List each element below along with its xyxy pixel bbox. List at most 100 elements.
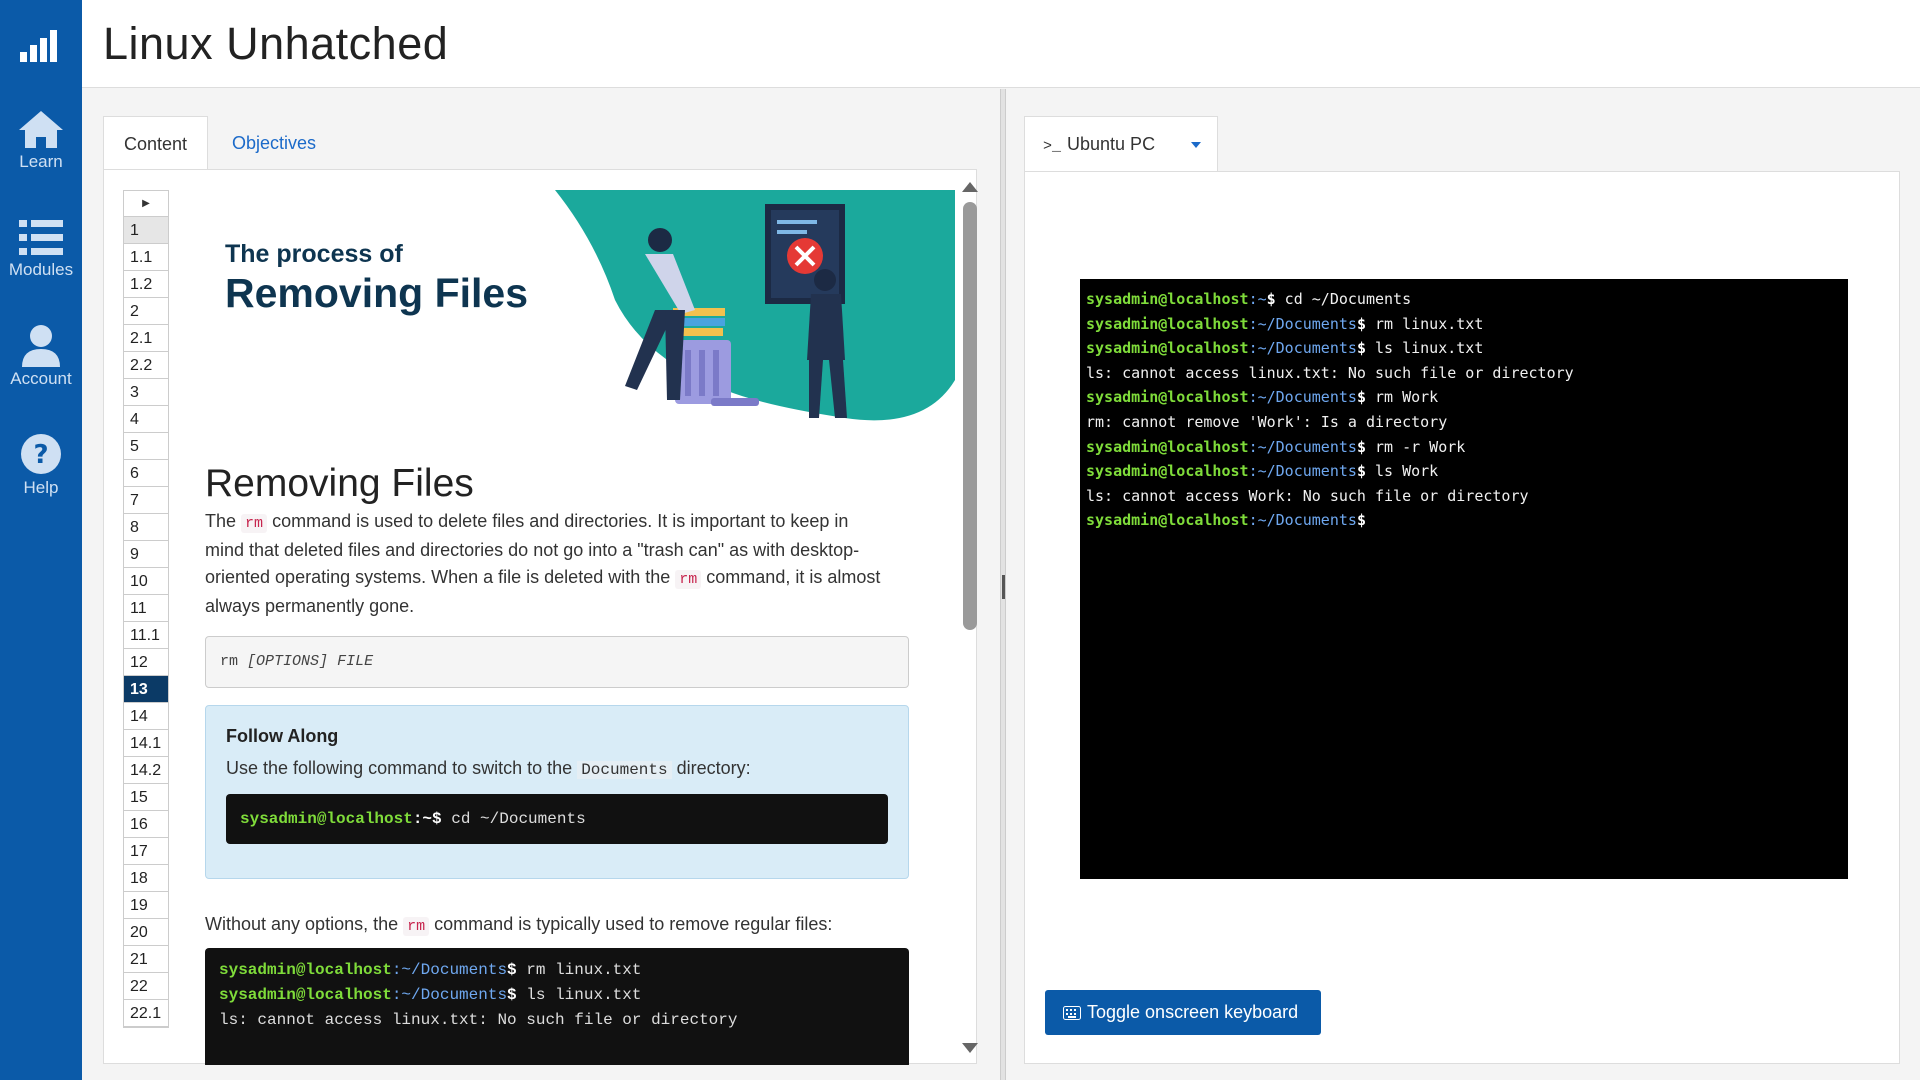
follow-along-command[interactable]: sysadmin@localhost:~$ cd ~/Documents [226,794,888,844]
terminal-screen[interactable]: sysadmin@localhost:~$ cd ~/Documents sysa… [1080,279,1848,879]
content-panel: ▶ 1 1.1 1.2 2 2.1 2.2 3 4 5 6 7 8 9 10 11 11.1 12 13 14 14.… [103,169,978,1065]
outline-item[interactable]: 6 [124,460,168,487]
scroll-up-icon[interactable] [962,182,978,192]
outline-item[interactable]: 14.1 [124,730,168,757]
outline-item[interactable]: 10 [124,568,168,595]
sidebar-item-label: Help [23,478,59,497]
outline-item[interactable]: 18 [124,865,168,892]
outline-item[interactable]: 2 [124,298,168,325]
outline-toggle-button[interactable]: ▶ [124,191,168,217]
hero-subtitle: The process of [225,240,403,268]
outline-item[interactable]: 13 [124,676,168,703]
inline-code: Documents [577,761,672,779]
text-run: mind that deleted files and directories … [205,540,860,560]
outline-item[interactable]: 15 [124,784,168,811]
tab-ubuntu-pc[interactable]: >_ Ubuntu PC [1024,116,1218,172]
terminal-line: ls: cannot access linux.txt: No such fil… [219,1008,895,1033]
outline-item[interactable]: 16 [124,811,168,838]
text-run: always permanently gone. [205,596,415,616]
splitter-grip[interactable] [1002,575,1005,599]
sidebar-item-learn[interactable]: Learn [0,108,82,172]
content-scrollbar[interactable] [954,170,984,1065]
outline-item[interactable]: 14.2 [124,757,168,784]
terminal-pane: >_ Ubuntu PC sysadmin@localhost:~$ cd ~/D… [1006,89,1920,1080]
outline-item[interactable]: 20 [124,919,168,946]
outline-item[interactable]: 5 [124,433,168,460]
outline-item[interactable]: 2.1 [124,325,168,352]
prompt-symbol: $ [507,961,517,979]
outline-item[interactable]: 9 [124,541,168,568]
outline-item[interactable]: 1.2 [124,271,168,298]
prompt-user: sysadmin@localhost [1086,437,1249,456]
command-text: rm Work [1365,388,1439,407]
sidebar-item-account[interactable]: Account [0,323,82,389]
tab-label: Ubuntu PC [1067,134,1156,154]
outline-item[interactable]: 21 [124,946,168,973]
terminal-line: sysadmin@localhost:~$ cd ~/Documents [1086,287,1842,312]
outline-item[interactable]: 22 [124,973,168,1000]
command-text: rm -r Work [1365,437,1466,456]
outline-item[interactable]: 12 [124,649,168,676]
scroll-thumb[interactable] [963,202,977,630]
text-run: Use the following command to switch to t… [226,758,573,778]
outline-item[interactable]: 11 [124,595,168,622]
outline-item[interactable]: 1.1 [124,244,168,271]
user-icon [22,325,60,367]
terminal-line: sysadmin@localhost:~/Documents$ ls linux… [219,983,895,1008]
tab-content[interactable]: Content [103,116,208,170]
text-run: oriented operating systems. When a file … [205,567,671,587]
outline-item[interactable]: 8 [124,514,168,541]
outline-item[interactable]: 1 [124,217,168,244]
terminal-line: ls: cannot access linux.txt: No such fil… [1086,361,1842,386]
prompt-path: :~/Documents [1248,339,1357,358]
outline-item[interactable]: 17 [124,838,168,865]
command-text: ls Work [1365,462,1439,481]
scroll-down-icon[interactable] [962,1043,978,1053]
prompt-user: sysadmin@localhost [1086,290,1249,308]
terminal-line: sysadmin@localhost:~/Documents$ rm linux… [219,958,895,983]
outline-item[interactable]: 4 [124,406,168,433]
follow-along-box: Follow Along Use the following command t… [205,705,909,879]
sidebar-item-help[interactable]: ? Help [0,432,82,498]
sidebar-item-modules[interactable]: Modules [0,218,82,280]
prompt-path: :~/Documents [1248,314,1357,333]
prompt-path: :~/Documents [1248,437,1357,456]
tab-objectives[interactable]: Objectives [212,116,336,170]
terminal-line: sysadmin@localhost:~/Documents$ ls linux… [1086,336,1842,361]
chevron-down-icon[interactable] [1191,142,1201,148]
outline-item[interactable]: 11.1 [124,622,168,649]
follow-along-text: Use the following command to switch to t… [226,758,751,779]
caret-right-icon: ▶ [142,198,150,209]
prompt-path: :~ [1248,290,1267,308]
outline-item[interactable]: 7 [124,487,168,514]
prompt-user: sysadmin@localhost [219,961,392,979]
prompt-user: sysadmin@localhost [219,986,392,1004]
syntax-command: rm [220,653,239,670]
terminal-prompt-icon: >_ [1043,138,1062,155]
outline-item[interactable]: 22.1 [124,1000,168,1027]
terminal-line: sysadmin@localhost:~/Documents$ rm -r Wo… [1086,435,1842,460]
command-text: cd ~/Documents [441,810,586,828]
svg-text:?: ? [33,440,48,470]
terminal-line: sysadmin@localhost:~/Documents$ [1086,508,1842,533]
content-pane: Content Objectives ▶ 1 1.1 1.2 2 2.1 2.2 3 4 5 6 7… [82,89,1000,1080]
follow-along-title: Follow Along [226,726,339,746]
keyboard-icon [1063,1006,1081,1020]
prompt-user: sysadmin@localhost [1086,339,1249,358]
command-text: cd ~/Documents [1275,290,1412,308]
output-text: ls: cannot access Work: No such file or … [1086,486,1529,505]
inline-code: rm [403,917,430,936]
prompt-path: :~$ [412,810,442,828]
header: Linux Unhatched [82,0,1920,88]
syntax-file: FILE [337,653,374,670]
outline-item[interactable]: 2.2 [124,352,168,379]
terminal-line: ls: cannot access Work: No such file or … [1086,484,1842,509]
outline-item[interactable]: 3 [124,379,168,406]
text-run: command, it is almost [706,567,881,587]
outline-item[interactable]: 19 [124,892,168,919]
outline-item[interactable]: 14 [124,703,168,730]
netacad-logo-icon[interactable] [18,28,62,64]
prompt-symbol: $ [1356,388,1366,407]
inline-code: rm [675,570,702,589]
toggle-keyboard-button[interactable]: Toggle onscreen keyboard [1045,990,1321,1035]
